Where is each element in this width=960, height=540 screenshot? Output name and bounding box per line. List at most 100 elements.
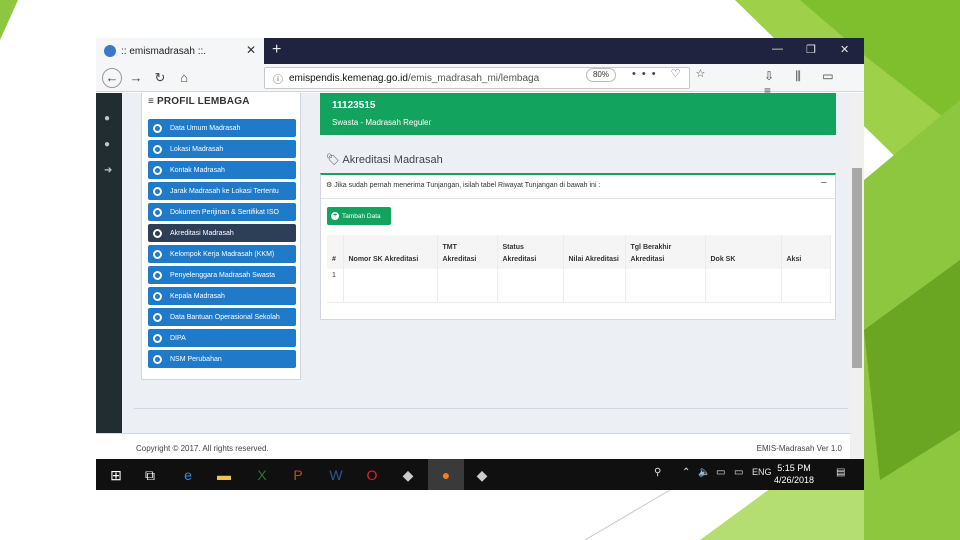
circle-arrow-icon [153,144,162,154]
plus-icon: + [331,212,339,220]
menu-data-bantuan[interactable]: Data Bantuan Operasional Sekolah [148,308,296,326]
deco-top-left [0,0,18,40]
footer-version: EMIS-Madrasah Ver 1.0 [756,444,842,453]
reload-icon[interactable]: ↻ [150,68,170,88]
minimize-button[interactable]: — [772,43,783,55]
cell-number: 1 [327,269,344,303]
cell-aksi [781,269,831,303]
menu-dokumen-perijinan[interactable]: Dokumen Perijinan & Sertifikat ISO [148,203,296,221]
col-aksi: Aksi [781,235,831,269]
cell-dok-sk [705,269,782,303]
firefox-icon[interactable]: ● [436,465,456,485]
url-path: /emis_madrasah_mi/lembaga [407,72,540,84]
cell-status [497,269,564,303]
circle-arrow-icon [153,165,162,175]
menu-kelompok-kerja[interactable]: Kelompok Kerja Madrasah (KKM) [148,245,296,263]
people-icon[interactable]: ⚲ [654,467,661,478]
madrasah-info-box: 11123515 Swasta - Madrasah Reguler [320,93,836,135]
circle-arrow-icon [153,270,162,280]
content-bottom-border [134,408,848,409]
menu-penyelenggara[interactable]: Penyelenggara Madrasah Swasta [148,266,296,284]
menu-nsm-perubahan[interactable]: NSM Perubahan [148,350,296,368]
scrollbar-thumb[interactable] [852,168,862,368]
cell-nomor-sk [343,269,438,303]
forward-arrow-icon[interactable]: → [126,68,146,88]
akreditasi-table: # Nomor SK Akreditasi TMT Akreditasi Sta… [327,235,831,303]
app-icon[interactable]: ◆ [398,465,418,485]
taskbar-clock[interactable]: 5:15 PM 4/26/2018 [774,462,814,486]
screenshot-frame: :: emismadrasah ::. ✕ + — ❐ ✕ ← → ↻ ⌂ ⓘ … [96,38,864,490]
col-tgl-berakhir: Tgl Berakhir Akreditasi [625,235,706,269]
logout-icon[interactable]: ➜ [104,165,112,176]
menu-data-umum-madrasah[interactable]: Data Umum Madrasah [148,119,296,137]
zoom-level[interactable]: 80% [586,68,616,82]
menu-lokasi-madrasah[interactable]: Lokasi Madrasah [148,140,296,158]
clock-date: 4/26/2018 [774,475,815,485]
circle-arrow-icon [153,312,162,322]
profil-lembaga-panel: ≡ PROFIL LEMBAGA Data Umum Madrasah Loka… [141,93,301,380]
powerpoint-icon[interactable]: P [288,465,308,485]
word-icon[interactable]: W [326,465,346,485]
madrasah-status: Swasta - Madrasah Reguler [332,118,432,127]
back-arrow-icon[interactable]: ← [102,68,122,88]
user-icon[interactable]: ● [104,113,110,124]
circle-arrow-icon [153,249,162,259]
users-icon[interactable]: ● [104,139,110,150]
profil-lembaga-title: ≡ PROFIL LEMBAGA [148,96,250,107]
menu-kepala-madrasah[interactable]: Kepala Madrasah [148,287,296,305]
windows-start-icon[interactable]: ⊞ [106,465,126,485]
maximize-button[interactable]: ❐ [806,43,816,56]
menu-jarak-madrasah[interactable]: Jarak Madrasah ke Lokasi Tertentu [148,182,296,200]
madrasah-nsm: 11123515 [332,100,376,111]
chevron-up-icon[interactable]: ⌃ [682,467,690,478]
file-explorer-icon[interactable]: ▬ [214,465,234,485]
circle-arrow-icon [153,207,162,217]
table-header-row: # Nomor SK Akreditasi TMT Akreditasi Sta… [327,235,831,269]
footer-copyright: Copyright © 2017. All rights reserved. [136,444,269,453]
address-bar[interactable]: ⓘ emispendis.kemenag.go.id/emis_madrasah… [264,67,690,89]
info-icon[interactable]: ⓘ [273,71,283,86]
menu-dipa[interactable]: DIPA [148,329,296,347]
page-content: ● ● ➜ ≡ PROFIL LEMBAGA Data Umum Madrasa… [96,93,864,459]
menu-kontak-madrasah[interactable]: Kontak Madrasah [148,161,296,179]
circle-arrow-icon [153,186,162,196]
task-view-icon[interactable]: ⧉ [140,465,160,485]
url-host: emispendis.kemenag.go.id [289,72,408,84]
circle-arrow-icon [153,354,162,364]
network-icon[interactable]: ▭ [716,467,725,478]
site-favicon-icon [104,45,116,57]
tab-close-icon[interactable]: ✕ [246,43,256,57]
close-window-button[interactable]: ✕ [840,43,849,56]
menu-akreditasi-madrasah[interactable]: Akreditasi Madrasah [148,224,296,242]
deco-line [584,489,671,540]
language-indicator[interactable]: ENG [752,467,772,477]
col-nilai: Nilai Akreditasi [563,235,626,269]
col-tmt: TMT Akreditasi [437,235,498,269]
panel-divider [321,198,835,199]
akreditasi-note: ⚙ Jika sudah pernah menerima Tunjangan, … [326,182,601,189]
edge-icon[interactable]: e [178,465,198,485]
tambah-data-button[interactable]: + Tambah Data [327,207,391,225]
page-action-icons[interactable]: ••• ♡ ☆ [632,67,711,80]
col-nomor-sk: Nomor SK Akreditasi [343,235,438,269]
cell-tmt [437,269,498,303]
display-icon[interactable]: ▭ [734,467,743,478]
home-icon[interactable]: ⌂ [174,68,194,88]
volume-icon[interactable]: 🔈 [698,467,710,478]
cell-tgl-berakhir [625,269,706,303]
browser-tab-bar: :: emismadrasah ::. ✕ + — ❐ ✕ [96,38,864,64]
notification-icon[interactable]: ▤ [836,467,845,478]
browser-tab[interactable]: :: emismadrasah ::. ✕ [96,38,264,64]
col-number: # [327,235,344,269]
col-status: Status Akreditasi [497,235,564,269]
new-tab-button[interactable]: + [272,41,281,59]
opera-icon[interactable]: O [362,465,382,485]
circle-arrow-icon [153,123,162,133]
collapse-button[interactable]: − [821,177,827,189]
admin-sidebar: ● ● ➜ [96,93,122,459]
app-icon[interactable]: ◆ [472,465,492,485]
tag-icon: 🏷 [326,154,340,166]
page-footer: Copyright © 2017. All rights reserved. E… [96,433,850,460]
presentation-slide: :: emismadrasah ::. ✕ + — ❐ ✕ ← → ↻ ⌂ ⓘ … [0,0,960,540]
excel-icon[interactable]: X [252,465,272,485]
